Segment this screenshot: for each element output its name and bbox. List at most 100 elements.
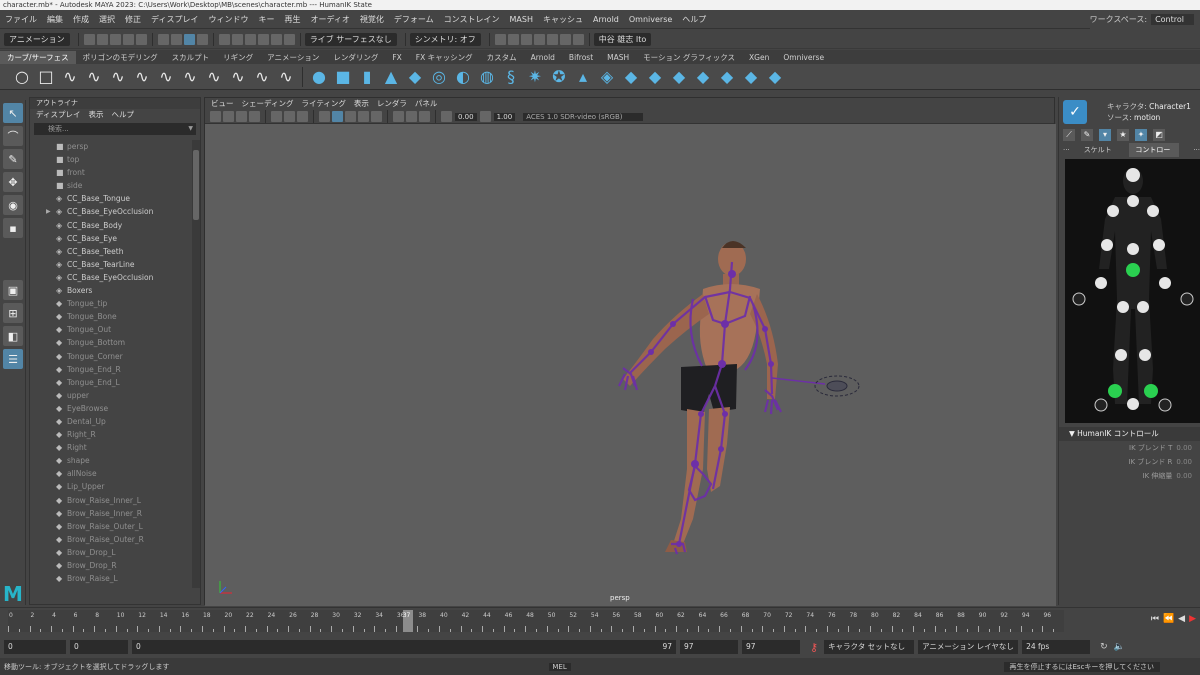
near-field[interactable]: 0.00: [455, 112, 477, 121]
circle-icon[interactable]: ○: [12, 67, 32, 87]
outliner-item[interactable]: ◆ Tongue_Corner: [30, 350, 192, 363]
xray-joints-icon[interactable]: [406, 111, 417, 122]
definition-icon[interactable]: ▾: [1099, 129, 1111, 141]
two-pane-layout-icon[interactable]: ◧: [3, 326, 23, 346]
curve-icon[interactable]: ∿: [132, 67, 152, 87]
menu-item[interactable]: デフォーム: [389, 14, 439, 25]
time-slider[interactable]: 0 2 4 6 8 10 12 14 16 18 20 22 24 26 28 30 32 34 36 38 40 42 4…: [0, 607, 1200, 635]
curve-icon[interactable]: ∿: [156, 67, 176, 87]
outliner-item[interactable]: ◆ Right: [30, 441, 192, 454]
far-field[interactable]: 1.00: [493, 112, 516, 121]
range-start-field[interactable]: 0: [4, 640, 66, 654]
four-pane-layout-icon[interactable]: ⊞: [3, 303, 23, 323]
helix-icon[interactable]: §: [501, 67, 521, 87]
humanik-tab[interactable]: ···: [1193, 143, 1200, 157]
select-component-icon[interactable]: [183, 33, 195, 45]
menu-item[interactable]: 視覚化: [355, 14, 389, 25]
viewport-menu-item[interactable]: 表示: [354, 98, 369, 110]
login-dropdown[interactable]: 中谷 雄志 Ito: [593, 32, 652, 46]
menu-item[interactable]: 再生: [279, 14, 305, 25]
save-scene-icon[interactable]: [109, 33, 121, 45]
resolution-gate-icon[interactable]: [297, 111, 308, 122]
humanik-tab[interactable]: スケルトン: [1084, 143, 1116, 168]
render-icon[interactable]: [494, 33, 506, 45]
arnold-icon[interactable]: [559, 33, 571, 45]
light-editor-icon[interactable]: [572, 33, 584, 45]
outliner-layout-icon[interactable]: ☰: [3, 349, 23, 369]
star-icon[interactable]: ★: [1117, 129, 1129, 141]
loop-icon[interactable]: ↻: [1100, 642, 1108, 652]
outliner-item[interactable]: ◆ Brow_Drop_L: [30, 546, 192, 559]
outliner-item[interactable]: ◆ Tongue_End_R: [30, 363, 192, 376]
outliner-item[interactable]: ◆Brow_Raise_R: [30, 585, 192, 588]
outliner-item[interactable]: ◈ CC_Base_EyeOcclusion: [30, 271, 192, 284]
grid-icon[interactable]: [271, 111, 282, 122]
prism-icon[interactable]: ◈: [597, 67, 617, 87]
select-tool-icon[interactable]: ↖: [3, 103, 23, 123]
poly-icon[interactable]: ◆: [645, 67, 665, 87]
humanik-controls-section[interactable]: ▼ HumanIK コントロール: [1059, 427, 1200, 441]
poly-icon[interactable]: ◆: [621, 67, 641, 87]
outliner-item[interactable]: ◈ CC_Base_Eye: [30, 232, 192, 245]
film-gate-icon[interactable]: [284, 111, 295, 122]
workspace-value[interactable]: Control: [1151, 14, 1194, 25]
shelf-tab[interactable]: ポリゴンのモデリング: [76, 51, 165, 64]
disc-icon[interactable]: ◐: [453, 67, 473, 87]
character-rig[interactable]: [205, 124, 1056, 606]
character-dropdown[interactable]: Character1: [1149, 102, 1191, 111]
snap-curve-icon[interactable]: [231, 33, 243, 45]
outliner-item[interactable]: ◆ shape: [30, 454, 192, 467]
sphere-icon[interactable]: ●: [309, 67, 329, 87]
curve-icon[interactable]: ∿: [276, 67, 296, 87]
cylinder-icon[interactable]: ▮: [357, 67, 377, 87]
outliner-item[interactable]: ◆ Brow_Raise_L: [30, 572, 192, 585]
range-end-field[interactable]: 97: [742, 640, 800, 654]
viewport-menu-item[interactable]: レンダラ: [377, 98, 407, 110]
pipe-icon[interactable]: ◍: [477, 67, 497, 87]
exposure-icon[interactable]: [441, 111, 452, 122]
humanik-character-figure[interactable]: [1065, 159, 1200, 423]
step-back-frame-icon[interactable]: ◀: [1178, 614, 1185, 624]
outliner-item[interactable]: ▶ ◈ CC_Base_EyeOcclusion: [30, 205, 192, 218]
outliner-item[interactable]: ◆ allNoise: [30, 467, 192, 480]
menu-item[interactable]: 作成: [68, 14, 94, 25]
poly-icon[interactable]: ◆: [741, 67, 761, 87]
menu-item[interactable]: キー: [253, 14, 279, 25]
shelf-tab[interactable]: カスタム: [480, 51, 524, 64]
poly-icon[interactable]: ◆: [693, 67, 713, 87]
outliner-item[interactable]: ◆ EyeBrowse: [30, 402, 192, 415]
shelf-tab[interactable]: Bifrost: [562, 51, 600, 64]
viewport-canvas[interactable]: persp: [205, 124, 1056, 606]
menu-item[interactable]: 修正: [120, 14, 146, 25]
render-settings-icon[interactable]: [520, 33, 532, 45]
symmetry-dropdown[interactable]: シンメトリ: オフ: [409, 32, 481, 46]
outliner-item[interactable]: ◆ Right_R: [30, 428, 192, 441]
outliner-item[interactable]: ■ side: [30, 179, 192, 192]
curve-icon[interactable]: ∿: [180, 67, 200, 87]
poly-icon[interactable]: ◆: [669, 67, 689, 87]
menu-item[interactable]: オーディオ: [305, 14, 354, 25]
menu-item[interactable]: コンストレイン: [439, 14, 505, 25]
outliner-item[interactable]: ■ front: [30, 166, 192, 179]
curve-icon[interactable]: ∿: [252, 67, 272, 87]
outliner-item[interactable]: ◈ Boxers: [30, 284, 192, 297]
outliner-item[interactable]: ◆ Brow_Raise_Outer_R: [30, 533, 192, 546]
expand-arrow-icon[interactable]: ▶: [46, 205, 51, 218]
humanik-prop-value[interactable]: 0.00: [1176, 469, 1192, 483]
outliner-menu-item[interactable]: 表示: [88, 109, 103, 121]
curve-icon[interactable]: ∿: [108, 67, 128, 87]
play-forward-icon[interactable]: ▶: [1189, 614, 1196, 624]
outliner-item[interactable]: ◆ upper: [30, 389, 192, 402]
anim-layer-dropdown[interactable]: アニメーション レイヤなし: [918, 640, 1019, 654]
shelf-tab[interactable]: MASH: [600, 51, 636, 64]
edit-icon[interactable]: ✎: [1081, 129, 1093, 141]
select-hierarchy-icon[interactable]: [157, 33, 169, 45]
viewport-menu-item[interactable]: シェーディング: [242, 98, 294, 110]
undo-icon[interactable]: [122, 33, 134, 45]
outliner-menu-item[interactable]: ヘルプ: [111, 109, 134, 121]
go-to-start-icon[interactable]: ⏮: [1151, 614, 1159, 624]
rotate-tool-icon[interactable]: ◉: [3, 195, 23, 215]
character-set-dropdown[interactable]: キャラクタ セットなし: [824, 640, 915, 654]
fps-dropdown[interactable]: 24 fps: [1022, 640, 1091, 654]
outliner-item[interactable]: ◆ Tongue_Out: [30, 323, 192, 336]
